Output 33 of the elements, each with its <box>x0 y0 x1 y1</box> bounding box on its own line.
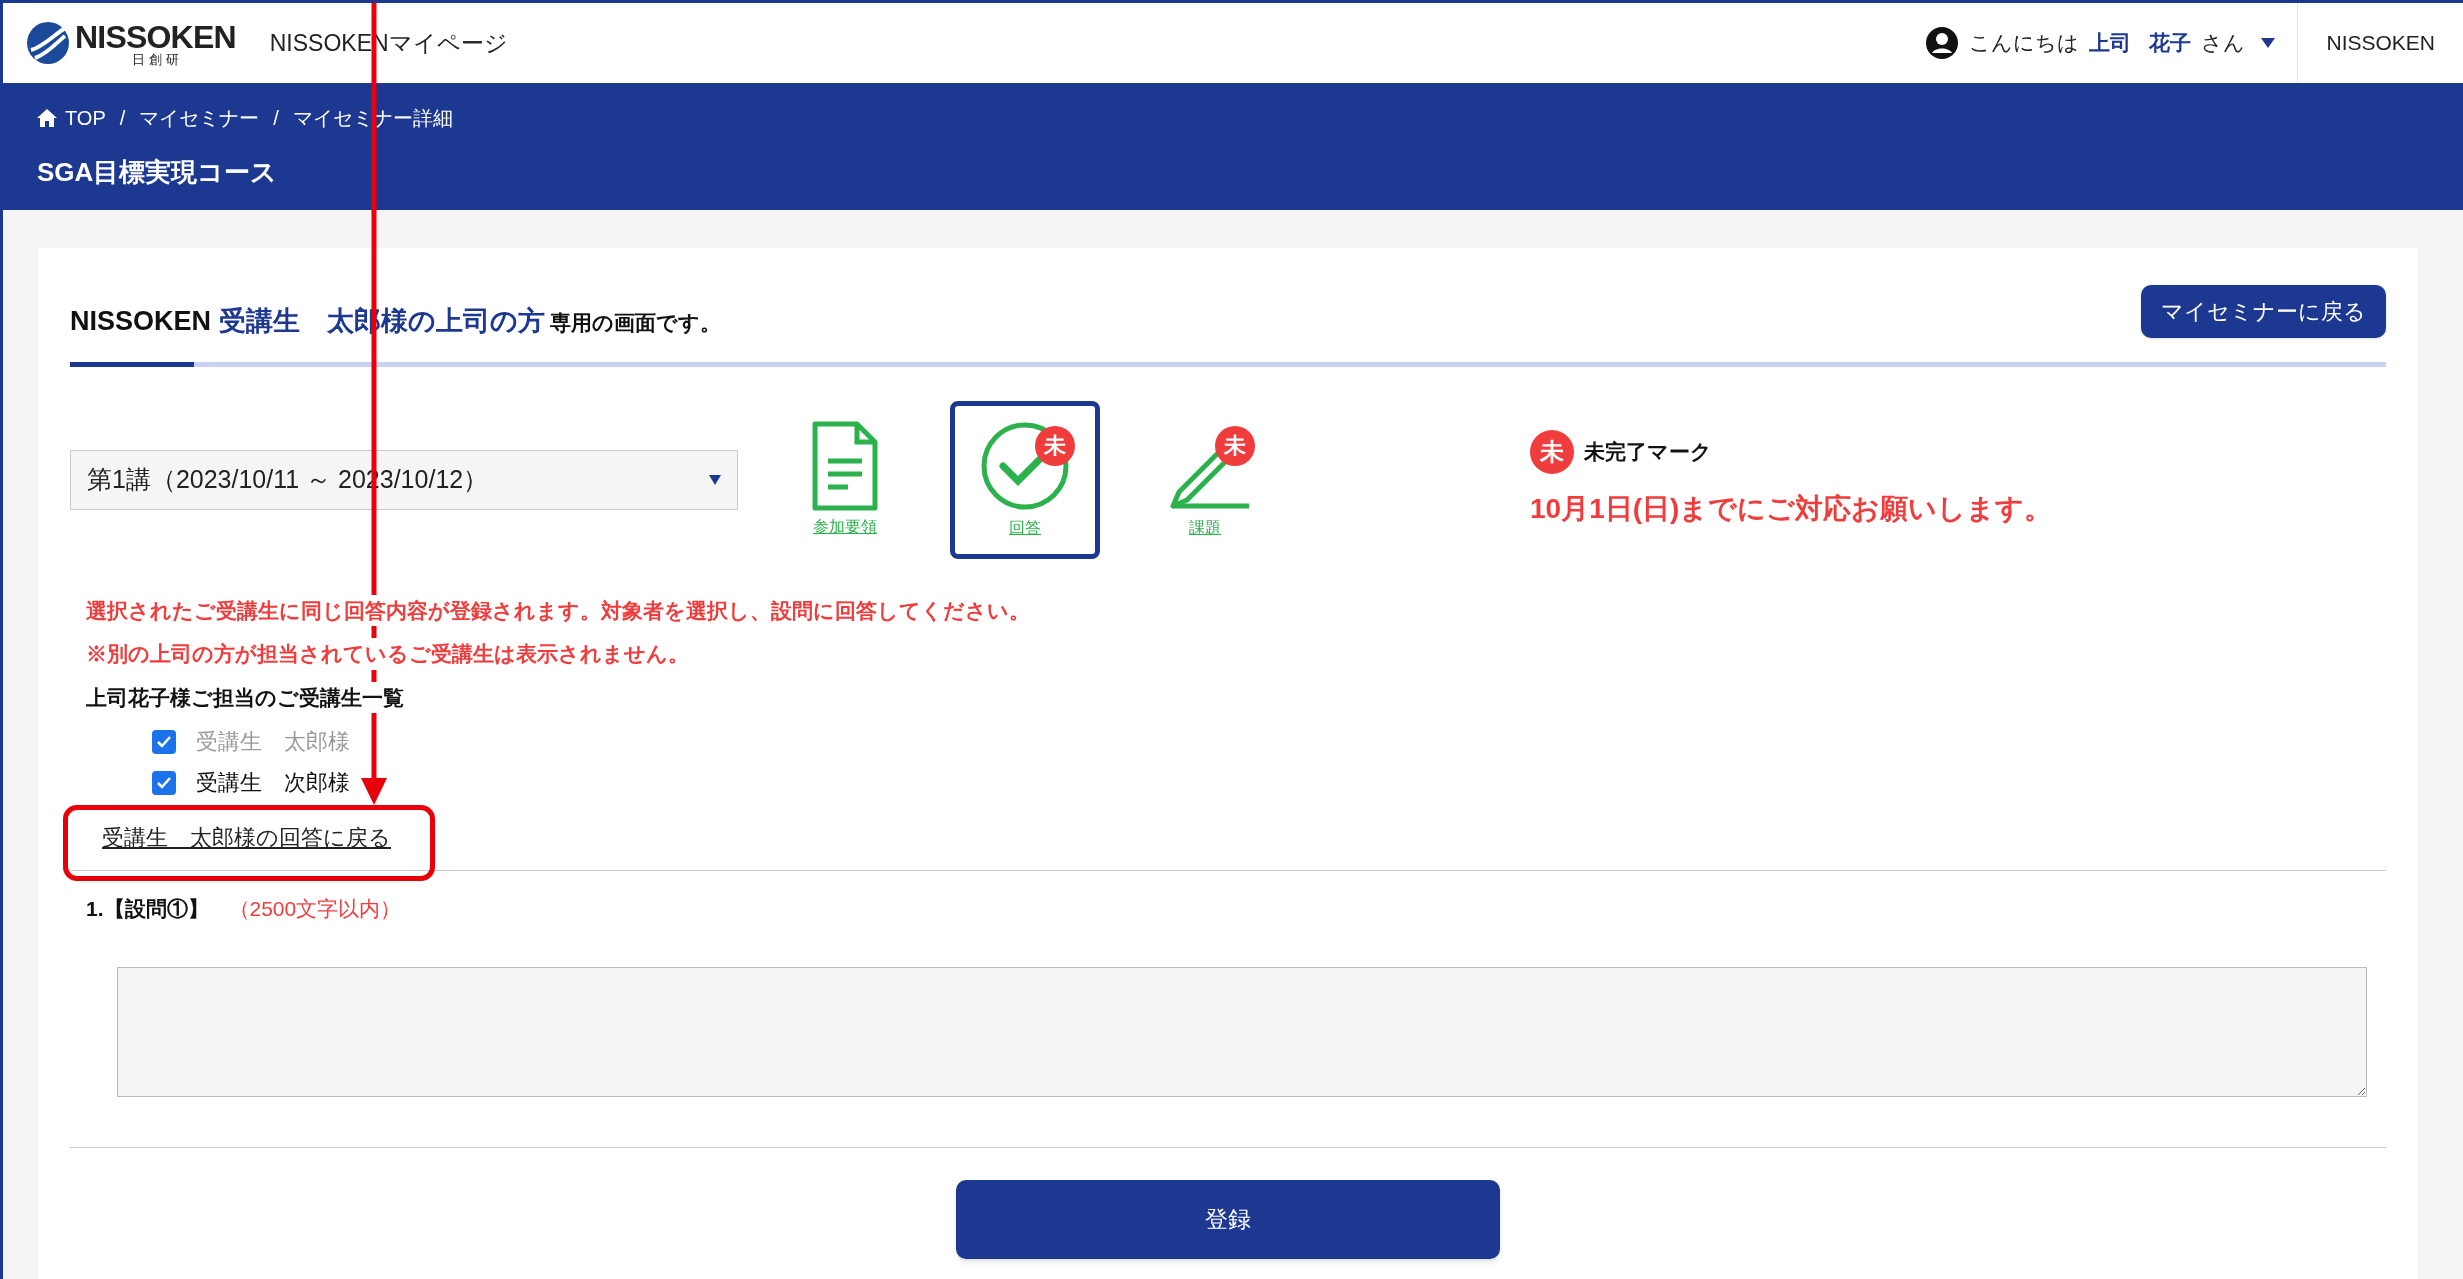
caret-down-icon <box>2261 37 2276 49</box>
home-icon <box>37 109 57 127</box>
incomplete-badge: 未 <box>1530 429 1574 474</box>
answer-field[interactable] <box>117 966 2367 1097</box>
breadcrumb-separator: / <box>119 106 126 131</box>
back-to-seminars-button[interactable]: マイセミナーに戻る <box>2141 284 2386 338</box>
student-list-title: 上司花子様ご担当のご受講生一覧 <box>86 681 404 713</box>
checkmark-icon <box>156 775 172 790</box>
return-link[interactable]: 受講生 太郎様の回答に戻る <box>102 821 391 854</box>
student-name: 受講生 太郎様 <box>196 728 350 756</box>
step-tab[interactable]: 課題 未 <box>1130 400 1280 559</box>
submit-button[interactable]: 登録 <box>956 1179 1500 1259</box>
breadcrumb-link[interactable]: マイセミナー <box>139 103 260 133</box>
step-tab[interactable]: 回答 未 <box>950 400 1100 559</box>
breadcrumb-link[interactable]: TOP <box>37 103 106 133</box>
incomplete-badge: 未 <box>1035 425 1075 466</box>
checkbox[interactable] <box>152 770 176 795</box>
document-icon <box>810 420 880 511</box>
question-number: 1.【設問①】 <box>86 896 209 922</box>
caret-down-icon <box>709 474 721 485</box>
legend-label: 未完了マーク <box>1584 438 1712 465</box>
user-icon <box>1925 26 1960 60</box>
checkmark-icon <box>156 734 172 749</box>
incomplete-badge: 未 <box>1215 425 1255 466</box>
student-name: 受講生 次郎様 <box>196 769 350 797</box>
user-menu[interactable]: こんにちは 上司 花子 さん <box>1925 26 2298 60</box>
logo-wordmark: NISSOKEN <box>75 20 236 53</box>
deadline-text: 10月1日(日)までにご対応お願いします。 <box>1530 491 2053 526</box>
logo-subtitle: 日 創 研 <box>131 52 179 66</box>
logo-swirl-icon <box>25 20 71 66</box>
char-limit-text: （2500文字以内） <box>228 896 402 922</box>
breadcrumb-separator: / <box>273 106 279 131</box>
page-title: SGA目標実現コース <box>37 156 279 189</box>
